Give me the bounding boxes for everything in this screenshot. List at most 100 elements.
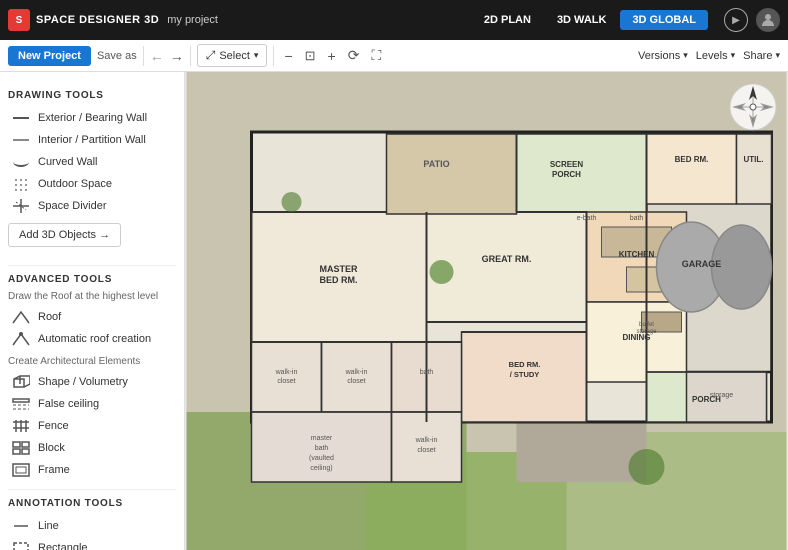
- tool-auto-roof[interactable]: Automatic roof creation: [8, 328, 176, 350]
- save-as-button[interactable]: Save as: [97, 50, 137, 62]
- user-avatar[interactable]: [756, 8, 780, 32]
- zoom-controls: − ⊡ + ⟳ ⛶: [280, 45, 385, 66]
- rectangle-icon: [12, 541, 30, 550]
- svg-text:bath: bath: [315, 445, 329, 452]
- svg-text:e-bath: e-bath: [577, 215, 597, 222]
- resize-icon: ⤢: [206, 48, 216, 63]
- toolbar: New Project Save as ← → ⤢ Select ▾ − ⊡ +…: [0, 40, 788, 72]
- svg-text:closet: closet: [277, 378, 295, 385]
- false-ceiling-icon: [12, 397, 30, 411]
- zoom-plus-button[interactable]: +: [324, 46, 340, 66]
- tool-curved-wall[interactable]: Curved Wall: [8, 151, 176, 173]
- zoom-reset-button[interactable]: ⟳: [344, 45, 364, 66]
- auto-roof-label: Automatic roof creation: [38, 333, 151, 345]
- svg-text:PORCH: PORCH: [552, 170, 581, 179]
- advanced-subtitle: Draw the Roof at the highest level: [8, 291, 176, 302]
- frame-label: Frame: [38, 464, 70, 476]
- svg-text:storage: storage: [636, 329, 657, 335]
- arch-subtitle: Create Architectural Elements: [8, 356, 176, 367]
- select-button[interactable]: ⤢ Select ▾: [197, 44, 268, 67]
- svg-text:walk-in: walk-in: [275, 369, 298, 376]
- svg-text:BED RM.: BED RM.: [675, 155, 709, 164]
- interior-wall-icon: [12, 133, 30, 147]
- view-tabs: 2D PLAN 3D WALK 3D GLOBAL: [472, 10, 708, 30]
- fullscreen-button[interactable]: ⛶: [367, 45, 385, 66]
- toolbar-divider2: [190, 46, 191, 66]
- canvas-area[interactable]: SCREEN PORCH BED RM. UTIL. KITCHEN GREAT…: [185, 72, 788, 550]
- exterior-wall-label: Exterior / Bearing Wall: [38, 112, 147, 124]
- false-ceiling-label: False ceiling: [38, 398, 99, 410]
- svg-text:MASTER: MASTER: [320, 264, 359, 274]
- tool-space-divider[interactable]: Space Divider: [8, 195, 176, 217]
- svg-text:⤢: ⤢: [751, 129, 756, 132]
- advanced-tools-title: ADVANCED TOOLS: [8, 274, 176, 285]
- block-label: Block: [38, 442, 65, 454]
- tool-roof[interactable]: Roof: [8, 306, 176, 328]
- tab-2d-plan[interactable]: 2D PLAN: [472, 10, 543, 30]
- svg-text:KITCHEN: KITCHEN: [619, 250, 655, 259]
- svg-text:master: master: [311, 435, 333, 442]
- tool-fence[interactable]: Fence: [8, 415, 176, 437]
- space-divider-icon: [12, 199, 30, 213]
- tool-outdoor-space[interactable]: Outdoor Space: [8, 173, 176, 195]
- sidebar: DRAWING TOOLS Exterior / Bearing Wall In…: [0, 72, 185, 550]
- tool-block[interactable]: Block: [8, 437, 176, 459]
- main: DRAWING TOOLS Exterior / Bearing Wall In…: [0, 72, 788, 550]
- divider2: [8, 489, 176, 490]
- svg-text:closet: closet: [347, 378, 365, 385]
- svg-text:GREAT RM.: GREAT RM.: [482, 254, 532, 264]
- curved-wall-icon: [12, 155, 30, 169]
- fence-label: Fence: [38, 420, 69, 432]
- tool-exterior-wall[interactable]: Exterior / Bearing Wall: [8, 107, 176, 129]
- svg-text:bath: bath: [630, 215, 644, 222]
- outdoor-space-icon: [12, 177, 30, 191]
- share-button[interactable]: Share: [743, 50, 780, 62]
- tool-false-ceiling[interactable]: False ceiling: [8, 393, 176, 415]
- tab-3d-global[interactable]: 3D GLOBAL: [620, 10, 708, 30]
- logo-area: S SPACE DESIGNER 3D: [8, 9, 159, 31]
- app-title: SPACE DESIGNER 3D: [36, 14, 159, 26]
- versions-dropdown[interactable]: Versions: [638, 50, 688, 62]
- tool-frame[interactable]: Frame: [8, 459, 176, 481]
- new-project-button[interactable]: New Project: [8, 46, 91, 66]
- line-annotation-icon: [12, 519, 30, 533]
- divider1: [8, 265, 176, 266]
- toolbar-right: Versions Levels Share: [638, 50, 780, 62]
- header-icons: ▶: [724, 8, 780, 32]
- toolbar-divider: [143, 46, 144, 66]
- logo-icon: S: [8, 9, 30, 31]
- compass: ⤢: [728, 82, 778, 132]
- auto-roof-icon: [12, 332, 30, 346]
- svg-text:ceiling): ceiling): [310, 465, 332, 472]
- nav-forward-button[interactable]: →: [170, 48, 184, 64]
- svg-text:closet: closet: [417, 447, 435, 454]
- svg-text:UTIL.: UTIL.: [744, 155, 764, 164]
- roof-label: Roof: [38, 311, 61, 323]
- tool-rectangle[interactable]: Rectangle: [8, 537, 176, 550]
- project-name-input[interactable]: [167, 14, 267, 26]
- nav-back-button[interactable]: ←: [150, 48, 164, 64]
- svg-text:bath: bath: [420, 369, 434, 376]
- tab-3d-walk[interactable]: 3D WALK: [545, 10, 619, 30]
- exterior-wall-icon: [12, 111, 30, 125]
- svg-text:walk-in: walk-in: [345, 369, 368, 376]
- play-button[interactable]: ▶: [724, 8, 748, 32]
- roof-icon: [12, 310, 30, 324]
- svg-text:BED RM.: BED RM.: [320, 275, 358, 285]
- levels-dropdown[interactable]: Levels: [696, 50, 735, 62]
- tool-interior-wall[interactable]: Interior / Partition Wall: [8, 129, 176, 151]
- toolbar-divider3: [273, 46, 274, 66]
- tool-line[interactable]: Line: [8, 515, 176, 537]
- add-3d-button[interactable]: Add 3D Objects →: [8, 223, 121, 247]
- space-divider-label: Space Divider: [38, 200, 106, 212]
- rectangle-label: Rectangle: [38, 542, 88, 550]
- svg-text:storage: storage: [710, 392, 733, 399]
- select-label: Select: [219, 50, 250, 62]
- tool-shape-volumetry[interactable]: Shape / Volumetry: [8, 371, 176, 393]
- zoom-fit-button[interactable]: ⊡: [301, 46, 320, 66]
- shape-volumetry-label: Shape / Volumetry: [38, 376, 128, 388]
- floor-plan-svg: SCREEN PORCH BED RM. UTIL. KITCHEN GREAT…: [185, 72, 788, 550]
- shape-volumetry-icon: [12, 375, 30, 389]
- block-icon: [12, 441, 30, 455]
- zoom-minus-button[interactable]: −: [280, 46, 296, 66]
